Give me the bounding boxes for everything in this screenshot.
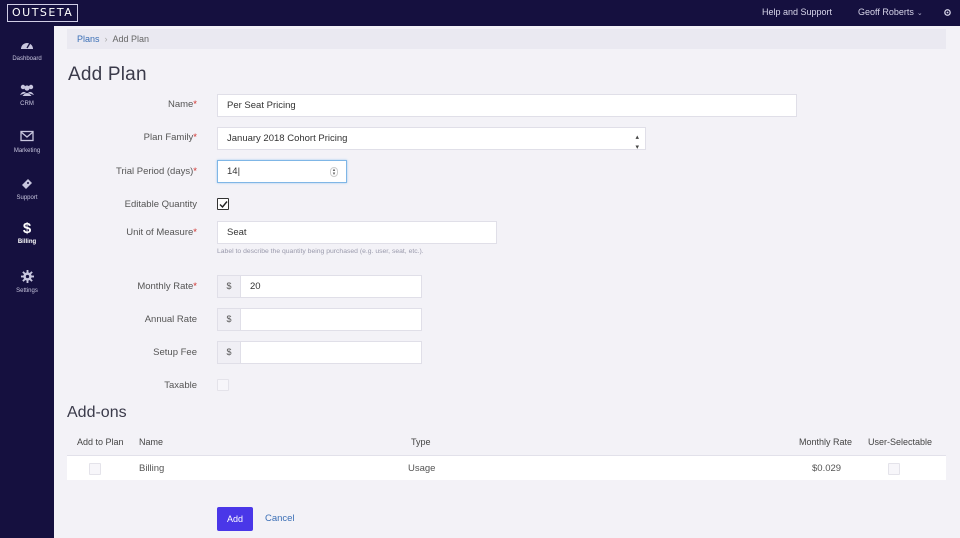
user-name: Geoff Roberts (858, 7, 914, 17)
sidebar-label-marketing: Marketing (13, 148, 41, 154)
gear-icon (0, 270, 54, 286)
currency-addon: $ (218, 342, 241, 363)
column-header-name: Name (139, 437, 164, 447)
outseta-logo[interactable]: OUTSETA (7, 4, 79, 22)
ticket-icon (0, 177, 54, 193)
add-button[interactable]: Add (217, 507, 253, 531)
sidebar-item-dashboard[interactable]: Dashboard (0, 38, 54, 78)
sidebar-label-settings: Settings (16, 288, 38, 294)
dollar-icon: $ (22, 220, 32, 237)
mail-icon (0, 130, 54, 146)
sidebar-label-crm: CRM (20, 101, 34, 107)
gear-icon[interactable] (940, 4, 954, 20)
plan-family-select[interactable]: January 2018 Cohort Pricing ▴ ▾ (217, 127, 646, 151)
page-title: Add Plan (68, 64, 147, 85)
annual-rate-input[interactable]: $ (217, 308, 422, 331)
sidebar-label-dashboard: Dashboard (12, 56, 42, 62)
top-bar: OUTSETA Help and Support Geoff Roberts ⌄ (0, 0, 960, 26)
chevron-down-icon: ⌄ (916, 10, 923, 17)
breadcrumb: Plans › Add Plan (67, 29, 946, 49)
breadcrumb-current: Add Plan (112, 34, 150, 44)
addon-name: Billing (139, 463, 165, 474)
plan-family-label: Plan Family* (143, 132, 197, 143)
trial-period-value: 14 (227, 166, 238, 177)
trial-period-input[interactable]: 14| ▴ ▾ (217, 160, 347, 183)
setup-fee-label: Setup Fee (153, 347, 197, 358)
addon-type: Usage (408, 463, 436, 474)
unit-of-measure-label: Unit of Measure* (126, 227, 197, 238)
plan-family-value: January 2018 Cohort Pricing (227, 133, 348, 144)
sidebar: Dashboard CRM Marketing Support $ Billin… (0, 26, 54, 538)
unit-of-measure-hint: Label to describe the quantity being pur… (217, 248, 424, 255)
sidebar-item-marketing[interactable]: Marketing (0, 130, 54, 170)
setup-fee-input[interactable]: $ (217, 341, 422, 364)
currency-addon: $ (218, 276, 241, 297)
editable-quantity-label: Editable Quantity (124, 199, 197, 210)
breadcrumb-plans-link[interactable]: Plans (77, 34, 100, 44)
unit-of-measure-input[interactable]: Seat (217, 221, 497, 244)
checkmark-icon (219, 201, 228, 209)
addons-title: Add-ons (67, 404, 127, 421)
select-arrows-icon: ▴ ▾ (635, 134, 639, 151)
column-header-monthly-rate: Monthly Rate (799, 437, 853, 447)
people-icon (0, 83, 54, 99)
currency-addon: $ (218, 309, 241, 330)
user-menu[interactable]: Geoff Roberts ⌄ (858, 7, 923, 17)
name-label: Name* (167, 99, 197, 110)
help-and-support-link[interactable]: Help and Support (762, 7, 832, 17)
user-selectable-checkbox[interactable] (888, 463, 900, 475)
sidebar-item-settings[interactable]: Settings (0, 270, 54, 310)
table-row: Billing Usage $0.029 (67, 455, 946, 480)
annual-rate-label: Annual Rate (144, 314, 197, 325)
column-header-user-selectable: User-Selectable (868, 437, 933, 447)
breadcrumb-separator: › (104, 34, 108, 44)
dashboard-icon (0, 38, 54, 54)
sidebar-item-support[interactable]: Support (0, 177, 54, 217)
taxable-label: Taxable (164, 380, 197, 391)
stepper-icon[interactable]: ▴ ▾ (330, 167, 338, 177)
sidebar-item-crm[interactable]: CRM (0, 83, 54, 123)
sidebar-label-support: Support (16, 195, 38, 201)
taxable-checkbox[interactable] (217, 379, 229, 391)
monthly-rate-label: Monthly Rate* (137, 281, 197, 292)
trial-period-label: Trial Period (days)* (116, 166, 197, 177)
addon-monthly-rate: $0.029 (812, 463, 842, 474)
sidebar-item-billing[interactable]: $ Billing (0, 221, 54, 261)
editable-quantity-checkbox[interactable] (217, 198, 229, 210)
cancel-link[interactable]: Cancel (265, 513, 295, 524)
name-input[interactable]: Per Seat Pricing (217, 94, 797, 117)
column-header-type: Type (411, 437, 431, 447)
monthly-rate-value: 20 (250, 281, 261, 292)
add-to-plan-checkbox[interactable] (89, 463, 101, 475)
monthly-rate-input[interactable]: $ 20 (217, 275, 422, 298)
sidebar-label-billing: Billing (17, 239, 37, 245)
column-header-add-to-plan: Add to Plan (77, 437, 124, 447)
